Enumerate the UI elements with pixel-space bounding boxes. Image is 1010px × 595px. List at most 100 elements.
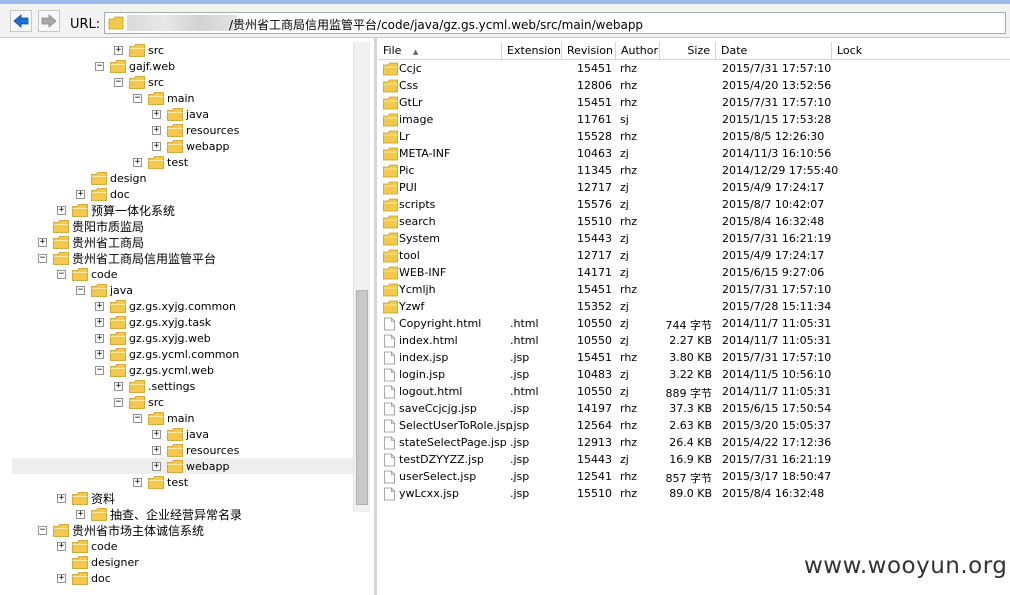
tree-node[interactable]: + test — [133, 474, 188, 490]
column-size[interactable]: Size — [660, 42, 716, 60]
tree-node[interactable]: − 贵州省工商局信用监管平台 — [38, 250, 216, 266]
tree-node[interactable]: + resources — [152, 442, 239, 458]
tree-scrollbar-thumb[interactable] — [356, 290, 368, 505]
expand-icon[interactable]: + — [152, 445, 161, 455]
tree-node[interactable]: + gz.gs.xyjg.web — [95, 330, 211, 346]
table-row[interactable]: stateSelectPage.jsp .jsp 12913 rhz 26.4 KB 20… — [378, 434, 1010, 451]
tree-node[interactable]: − main — [133, 90, 194, 106]
table-row[interactable]: logout.html .html 10550 zj 889 字节 2014/11/7 1… — [378, 383, 1010, 400]
expand-icon[interactable]: + — [152, 125, 161, 135]
table-row[interactable]: scripts 15576 zj 2015/8/7 10:42:07 — [378, 196, 1010, 213]
url-input[interactable]: /贵州省工商局信用监管平台/code/java/gz.gs.ycml.web/s… — [104, 12, 1006, 34]
table-row[interactable]: Css 12806 rhz 2015/4/20 13:52:56 — [378, 77, 1010, 94]
tree-node[interactable]: + doc — [57, 570, 111, 586]
collapse-icon[interactable]: − — [76, 285, 85, 295]
column-author[interactable]: Author — [616, 42, 660, 60]
expand-icon[interactable]: + — [152, 429, 161, 439]
tree-node[interactable]: + webapp — [152, 138, 229, 154]
tree-node[interactable]: − java — [76, 282, 133, 298]
collapse-icon[interactable]: − — [95, 61, 104, 71]
table-row[interactable]: ywLcxx.jsp .jsp 15510 rhz 89.0 KB 2015/8/4 16… — [378, 485, 1010, 502]
collapse-icon[interactable]: − — [95, 365, 104, 375]
table-row[interactable]: WEB-INF 14171 zj 2015/6/15 9:27:06 — [378, 264, 1010, 281]
expand-icon[interactable]: + — [76, 189, 85, 199]
collapse-icon[interactable]: − — [114, 77, 123, 87]
expand-icon[interactable]: + — [57, 573, 66, 583]
expand-icon[interactable]: + — [95, 301, 104, 311]
table-row[interactable]: search 15510 rhz 2015/8/4 16:32:48 — [378, 213, 1010, 230]
table-row[interactable]: System 15443 zj 2015/7/31 16:21:19 — [378, 230, 1010, 247]
table-row[interactable]: tool 12717 zj 2015/4/9 17:24:17 — [378, 247, 1010, 264]
tree-node[interactable]: − main — [133, 410, 194, 426]
tree-node[interactable]: + .settings — [114, 378, 195, 394]
expand-icon[interactable]: + — [152, 109, 161, 119]
table-row[interactable]: PUI 12717 zj 2015/4/9 17:24:17 — [378, 179, 1010, 196]
tree-node[interactable]: + java — [152, 426, 209, 442]
column-revision[interactable]: Revision — [562, 42, 616, 60]
tree-node[interactable]: + java — [152, 106, 209, 122]
table-row[interactable]: index.jsp .jsp 15451 rhz 3.80 KB 2015/7/31 17… — [378, 349, 1010, 366]
expand-icon[interactable]: + — [133, 157, 142, 167]
back-button[interactable] — [10, 10, 32, 32]
tree-node[interactable]: + gz.gs.xyjg.common — [95, 298, 236, 314]
table-row[interactable]: SelectUserToRole.jsp .jsp 12564 rhz 2.63 KB 2… — [378, 417, 1010, 434]
column-file[interactable]: File ▲ — [378, 42, 502, 60]
tree-node[interactable]: − gz.gs.ycml.web — [95, 362, 214, 378]
expand-icon[interactable]: + — [95, 333, 104, 343]
collapse-icon[interactable]: − — [114, 397, 123, 407]
tree-node[interactable]: + resources — [152, 122, 239, 138]
collapse-icon[interactable]: − — [133, 93, 142, 103]
expand-icon[interactable]: + — [114, 381, 123, 391]
tree-node[interactable]: + webapp — [12, 458, 370, 474]
tree-node[interactable]: − src — [114, 394, 164, 410]
tree-node[interactable]: − code — [57, 266, 118, 282]
tree-node[interactable]: + gz.gs.ycml.common — [95, 346, 239, 362]
expand-icon[interactable]: + — [38, 237, 47, 247]
expand-icon[interactable]: + — [57, 205, 66, 215]
expand-icon[interactable]: + — [152, 141, 161, 151]
table-row[interactable]: Yzwf 15352 zj 2015/7/28 15:11:34 — [378, 298, 1010, 315]
tree-node[interactable]: + 抽查、企业经营异常名录 — [76, 506, 242, 522]
collapse-icon[interactable]: − — [133, 413, 142, 423]
tree-node[interactable]: + doc — [76, 186, 130, 202]
table-row[interactable]: userSelect.jsp .jsp 12541 rhz 857 字节 2015/3/1… — [378, 468, 1010, 485]
expand-icon[interactable]: + — [57, 541, 66, 551]
tree-node[interactable]: 贵阳市质监局 — [38, 218, 144, 234]
table-row[interactable]: saveCcjcjg.jsp .jsp 14197 rhz 37.3 KB 2015/6/… — [378, 400, 1010, 417]
table-row[interactable]: Lr 15528 rhz 2015/8/5 12:26:30 — [378, 128, 1010, 145]
tree-node[interactable]: + test — [133, 154, 188, 170]
tree-node[interactable]: + gz.gs.xyjg.task — [95, 314, 211, 330]
expand-icon[interactable]: + — [95, 317, 104, 327]
expand-icon[interactable]: + — [95, 349, 104, 359]
pane-splitter[interactable] — [374, 38, 377, 595]
table-row[interactable]: image 11761 sj 2015/1/15 17:53:28 — [378, 111, 1010, 128]
tree-node[interactable]: + code — [57, 538, 118, 554]
table-row[interactable]: Ccjc 15451 rhz 2015/7/31 17:57:10 — [378, 60, 1010, 77]
tree-node[interactable]: + src — [114, 42, 164, 58]
tree-node[interactable]: + 预算一体化系统 — [57, 202, 175, 218]
table-row[interactable]: login.jsp .jsp 10483 zj 3.22 KB 2014/11/5 10:… — [378, 366, 1010, 383]
tree-node[interactable]: − gajf.web — [95, 58, 175, 74]
folder-tree[interactable]: + src − gajf.web − src − main + java + resources + we… — [12, 42, 370, 595]
expand-icon[interactable]: + — [133, 477, 142, 487]
column-lock[interactable]: Lock — [832, 42, 1010, 60]
table-row[interactable]: testDZYYZZ.jsp .jsp 15443 zj 16.9 KB 2015/7/3… — [378, 451, 1010, 468]
expand-icon[interactable]: + — [57, 493, 66, 503]
collapse-icon[interactable]: − — [57, 269, 66, 279]
table-row[interactable]: GtLr 15451 rhz 2015/7/31 17:57:10 — [378, 94, 1010, 111]
table-row[interactable]: index.html .html 10550 zj 2.27 KB 2014/11/7 1… — [378, 332, 1010, 349]
table-row[interactable]: Ycmljh 15451 rhz 2015/7/31 17:57:10 — [378, 281, 1010, 298]
forward-button[interactable] — [38, 10, 60, 32]
column-date[interactable]: Date — [716, 42, 832, 60]
tree-node[interactable]: designer — [57, 554, 139, 570]
collapse-icon[interactable]: − — [38, 525, 47, 535]
tree-node[interactable]: + 资料 — [57, 490, 115, 506]
collapse-icon[interactable]: − — [38, 253, 47, 263]
expand-icon[interactable]: + — [76, 509, 85, 519]
tree-node[interactable]: − 贵州省市场主体诚信系统 — [38, 522, 204, 538]
tree-node[interactable]: design — [76, 170, 147, 186]
expand-icon[interactable]: + — [152, 461, 161, 471]
table-row[interactable]: META-INF 10463 zj 2014/11/3 16:10:56 — [378, 145, 1010, 162]
tree-node[interactable]: − src — [114, 74, 164, 90]
tree-scrollbar[interactable] — [353, 42, 370, 512]
